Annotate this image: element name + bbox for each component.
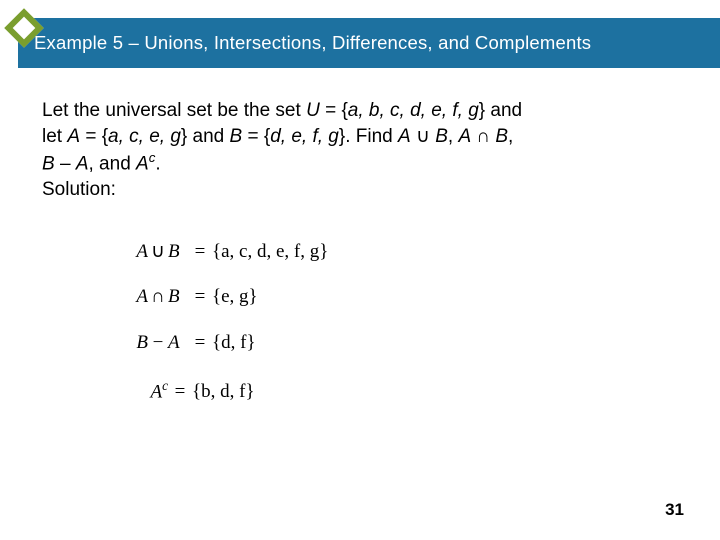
header-title: Example 5 – Unions, Intersections, Diffe… bbox=[34, 32, 591, 54]
equation-difference: B−A={d, f} bbox=[128, 332, 328, 378]
solution-equations: A∪B={a, c, d, e, f, g} A∩B={e, g} B−A={d… bbox=[128, 240, 328, 424]
equation-union: A∪B={a, c, d, e, f, g} bbox=[128, 240, 328, 286]
problem-line-2: let A = {a, c, e, g} and B = {d, e, f, g… bbox=[42, 124, 678, 150]
equation-complement: Ac={b, d, f} bbox=[128, 378, 328, 424]
header-bar: Example 5 – Unions, Intersections, Diffe… bbox=[18, 18, 720, 68]
problem-line-1: Let the universal set be the set U = {a,… bbox=[42, 98, 678, 124]
equation-intersection: A∩B={e, g} bbox=[128, 286, 328, 332]
slide-body: Let the universal set be the set U = {a,… bbox=[42, 98, 678, 203]
problem-line-3: B – A, and Ac. bbox=[42, 149, 678, 177]
solution-label: Solution: bbox=[42, 177, 678, 203]
slide-number: 31 bbox=[665, 500, 684, 520]
